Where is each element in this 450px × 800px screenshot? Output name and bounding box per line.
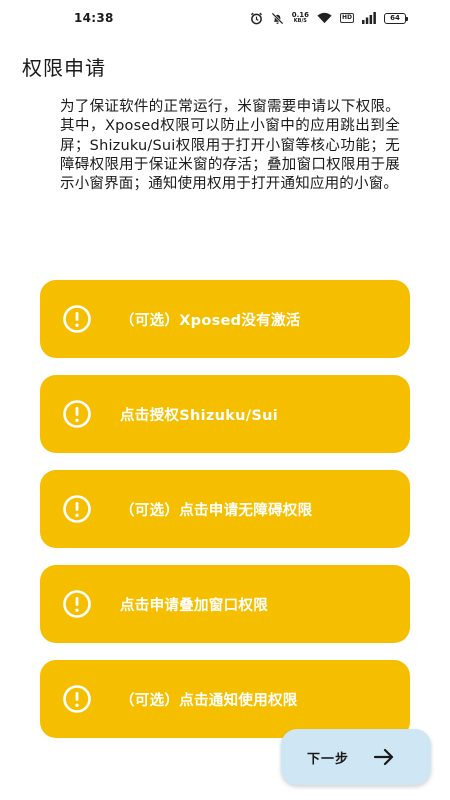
alert-circle-icon — [62, 304, 92, 334]
alert-circle-icon — [62, 494, 92, 524]
permission-card-shizuku[interactable]: 点击授权Shizuku/Sui — [40, 375, 410, 453]
hd-badge: HD — [339, 13, 354, 23]
status-time: 14:38 — [74, 11, 114, 25]
permission-card-overlay[interactable]: 点击申请叠加窗口权限 — [40, 565, 410, 643]
permission-label: 点击申请叠加窗口权限 — [120, 597, 268, 614]
mute-icon — [271, 11, 284, 25]
status-icons: 0.16 KB/S HD 64 — [250, 11, 408, 25]
permission-label: （可选）Xposed没有激活 — [120, 312, 301, 329]
permission-label: （可选）点击通知使用权限 — [120, 692, 298, 709]
page-title: 权限申请 — [22, 56, 106, 80]
alert-circle-icon — [62, 399, 92, 429]
wifi-icon — [317, 11, 332, 25]
permission-card-accessibility[interactable]: （可选）点击申请无障碍权限 — [40, 470, 410, 548]
network-speed-unit: KB/S — [293, 18, 307, 24]
permission-screen: 14:38 0.16 KB/S HD 64 权限申请 为了保证软件的正常运行，米… — [0, 0, 450, 800]
arrow-right-icon — [373, 747, 395, 767]
permission-label: （可选）点击申请无障碍权限 — [120, 502, 313, 519]
permission-card-xposed[interactable]: （可选）Xposed没有激活 — [40, 280, 410, 358]
alarm-icon — [250, 11, 263, 25]
next-step-label: 下一步 — [307, 751, 350, 767]
permission-label: 点击授权Shizuku/Sui — [120, 407, 278, 424]
battery-indicator: 64 — [384, 12, 408, 24]
network-speed: 0.16 KB/S — [292, 12, 309, 25]
alert-circle-icon — [62, 589, 92, 619]
page-description: 为了保证软件的正常运行，米窗需要申请以下权限。其中，Xposed权限可以防止小窗… — [60, 99, 400, 193]
status-bar: 14:38 0.16 KB/S HD 64 — [0, 0, 450, 36]
signal-icon — [362, 11, 376, 25]
next-step-button[interactable]: 下一步 — [281, 729, 431, 785]
permission-card-notification[interactable]: （可选）点击通知使用权限 — [40, 660, 410, 738]
alert-circle-icon — [62, 684, 92, 714]
